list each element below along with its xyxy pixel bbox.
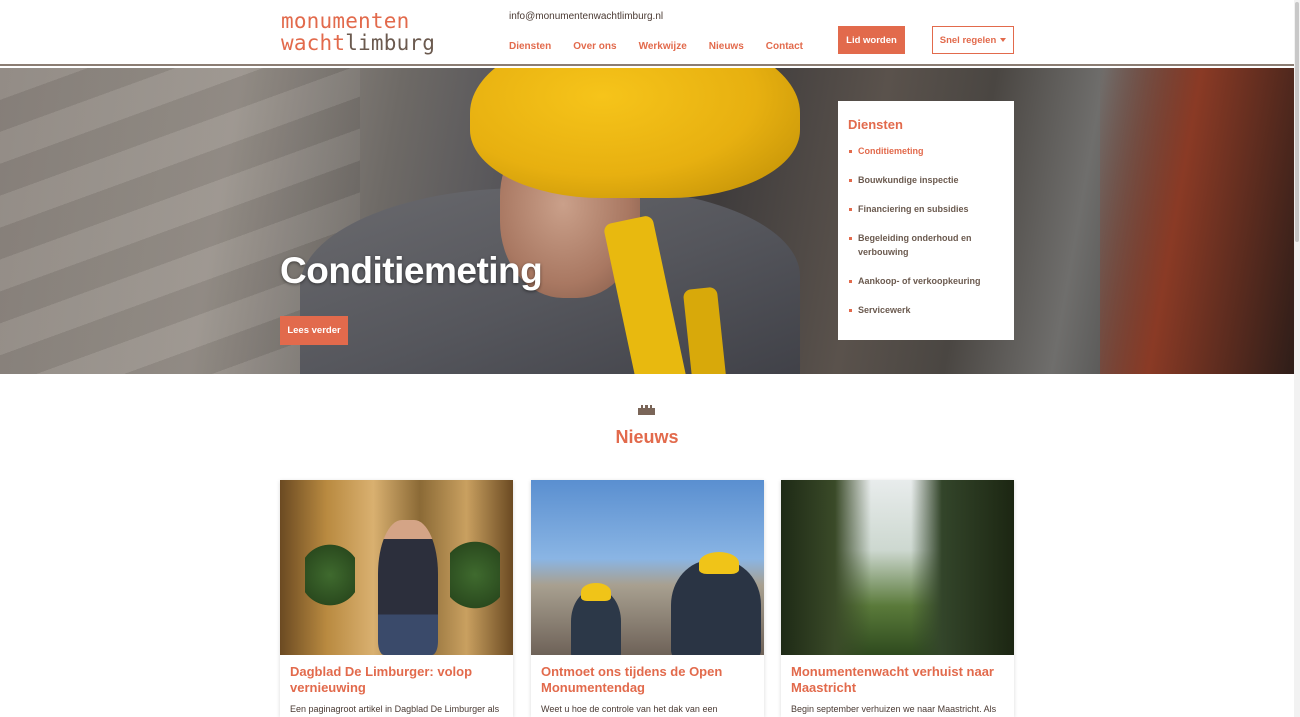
hero-background-edge — [1100, 68, 1294, 374]
image-plant — [450, 535, 500, 615]
image-person — [671, 560, 761, 655]
nav-nieuws[interactable]: Nieuws — [709, 41, 744, 52]
main-nav: Diensten Over ons Werkwijze Nieuws Conta… — [509, 41, 825, 52]
news-card[interactable]: Ontmoet ons tijdens de Open Monumentenda… — [531, 480, 764, 717]
news-card-title[interactable]: Dagblad De Limburger: volop vernieuwing — [290, 664, 503, 696]
service-item-financiering[interactable]: Financiering en subsidies — [848, 202, 1004, 216]
caret-down-icon — [1000, 38, 1007, 42]
logo-line-2b: limburg — [345, 31, 436, 55]
news-card-image[interactable] — [280, 480, 513, 655]
nav-over-ons[interactable]: Over ons — [573, 41, 616, 52]
news-card[interactable]: Monumentenwacht verhuist naar Maastricht… — [781, 480, 1014, 717]
site-header: monumenten wachtlimburg info@monumentenw… — [0, 0, 1300, 66]
service-item-bouwkundige-inspectie[interactable]: Bouwkundige inspectie — [848, 173, 1004, 187]
news-card-excerpt: Een paginagroot artikel in Dagblad De Li… — [290, 704, 500, 714]
castle-icon — [638, 405, 655, 415]
scrollbar-thumb[interactable] — [1295, 2, 1299, 242]
image-helmet — [699, 552, 739, 574]
news-section-title: Nieuws — [615, 427, 679, 447]
news-card-image[interactable] — [531, 480, 764, 655]
image-person — [378, 520, 438, 655]
image-tree — [911, 480, 1014, 655]
scrollbar[interactable] — [1294, 0, 1300, 717]
service-item-servicewerk[interactable]: Servicewerk — [848, 303, 1004, 317]
hero-title: Conditiemeting — [280, 250, 543, 291]
quick-actions-label: Snel regelen — [939, 34, 997, 46]
logo-line-2a: wacht — [281, 31, 346, 55]
services-list: Conditiemeting Bouwkundige inspectie Fin… — [848, 144, 1004, 317]
nav-contact[interactable]: Contact — [766, 41, 803, 52]
site-logo[interactable]: monumenten wachtlimburg — [281, 10, 435, 54]
image-plant — [305, 540, 355, 610]
nav-diensten[interactable]: Diensten — [509, 41, 551, 52]
nav-werkwijze[interactable]: Werkwijze — [639, 41, 687, 52]
news-card-excerpt: Begin september verhuizen we naar Maastr… — [791, 704, 997, 714]
service-item-conditiemeting[interactable]: Conditiemeting — [848, 144, 1004, 158]
logo-line-1: monumenten — [281, 9, 410, 33]
news-card-excerpt: Weet u hoe de controle van het dak van e… — [541, 704, 718, 714]
news-card-title[interactable]: Monumentenwacht verhuist naar Maastricht — [791, 664, 1004, 696]
news-card-title[interactable]: Ontmoet ons tijdens de Open Monumentenda… — [541, 664, 754, 696]
service-item-begeleiding[interactable]: Begeleiding onderhoud en verbouwing — [848, 231, 1004, 259]
services-panel: Diensten Conditiemeting Bouwkundige insp… — [838, 101, 1014, 340]
read-more-button[interactable]: Lees verder — [280, 316, 348, 345]
image-helmet — [581, 583, 611, 601]
services-title: Diensten — [848, 117, 903, 132]
contact-email-link[interactable]: info@monumentenwachtlimburg.nl — [509, 11, 663, 22]
join-button[interactable]: Lid worden — [838, 26, 905, 54]
news-card-image[interactable] — [781, 480, 1014, 655]
news-card[interactable]: Dagblad De Limburger: volop vernieuwing … — [280, 480, 513, 717]
quick-actions-dropdown[interactable]: Snel regelen — [932, 26, 1014, 54]
hero-banner — [0, 68, 1294, 374]
image-tree — [781, 480, 871, 655]
hero-helmet — [470, 68, 800, 198]
service-item-aankoopkeuring[interactable]: Aankoop- of verkoopkeuring — [848, 274, 1004, 288]
